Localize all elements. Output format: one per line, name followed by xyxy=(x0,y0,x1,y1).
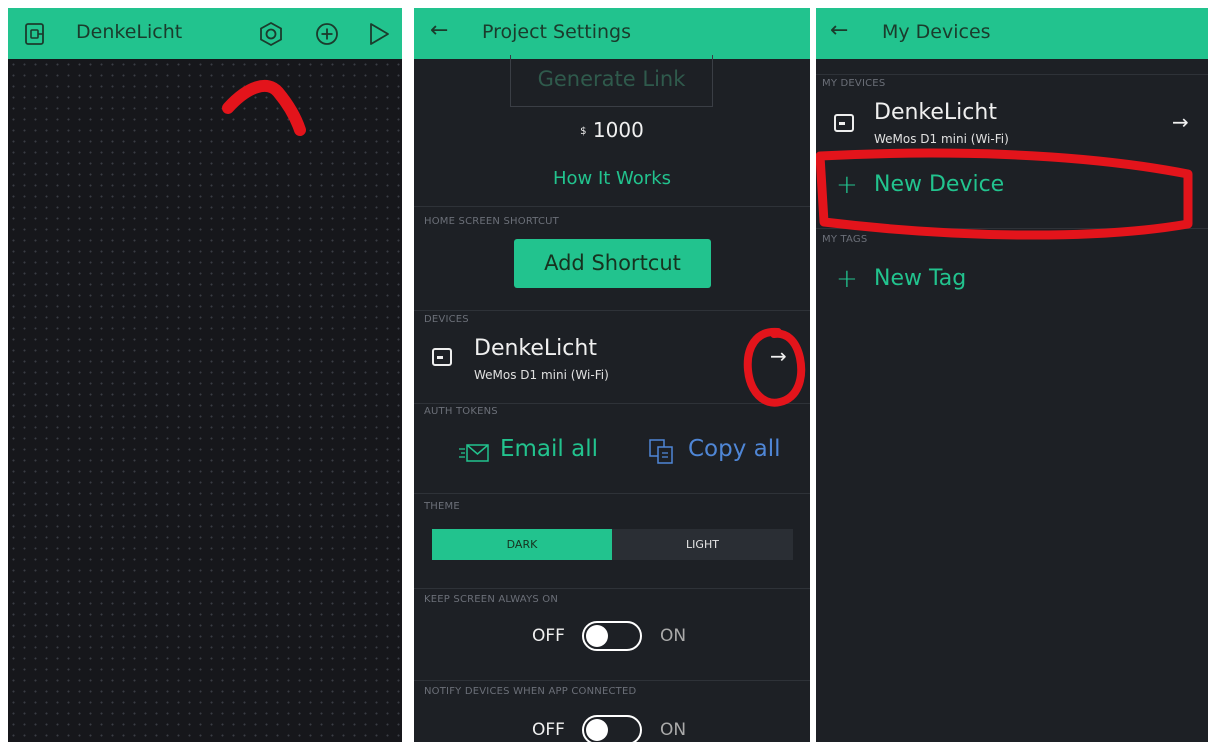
divider xyxy=(414,206,810,207)
toggle-knob xyxy=(586,719,608,741)
hexagon-settings-icon[interactable] xyxy=(258,21,284,47)
project-settings-screen: ← Project Settings Generate Link $ 1000 … xyxy=(414,8,810,742)
divider xyxy=(414,493,810,494)
generate-link-button[interactable]: Generate Link xyxy=(510,55,713,107)
keep-screen-toggle[interactable] xyxy=(582,621,642,651)
device-model: WeMos D1 mini (Wi-Fi) xyxy=(874,132,1009,146)
section-label-theme: THEME xyxy=(424,501,460,512)
toggle-on-label: ON xyxy=(660,720,687,740)
toggle-knob xyxy=(586,625,608,647)
toggle-off-label: OFF xyxy=(532,626,565,646)
widget-canvas[interactable] xyxy=(8,59,402,742)
section-label-keep-screen: KEEP SCREEN ALWAYS ON xyxy=(424,594,559,605)
back-arrow-icon[interactable]: ← xyxy=(830,18,848,43)
theme-dark-option[interactable]: DARK xyxy=(432,529,612,560)
device-name: DenkeLicht xyxy=(474,336,597,361)
device-icon[interactable] xyxy=(22,21,48,47)
red-circle-annotation xyxy=(743,327,806,407)
back-arrow-icon[interactable]: ← xyxy=(430,18,448,43)
play-icon[interactable] xyxy=(366,21,392,47)
divider xyxy=(816,74,1208,75)
device-name: DenkeLicht xyxy=(874,100,997,125)
arrow-right-icon[interactable]: → xyxy=(1172,110,1189,134)
section-label-home-shortcut: HOME SCREEN SHORTCUT xyxy=(424,216,559,227)
device-row[interactable]: DenkeLicht WeMos D1 mini (Wi-Fi) → xyxy=(816,94,1208,154)
notify-devices-toggle[interactable] xyxy=(582,715,642,742)
screen-title: My Devices xyxy=(882,21,991,43)
how-it-works-link[interactable]: How It Works xyxy=(414,168,810,189)
new-tag-label: New Tag xyxy=(874,266,967,291)
device-chip-icon xyxy=(432,348,452,366)
divider xyxy=(414,588,810,589)
section-label-devices: DEVICES xyxy=(424,314,469,325)
device-chip-icon xyxy=(834,114,854,132)
section-label-my-devices: MY DEVICES xyxy=(822,78,886,89)
screen-title: Project Settings xyxy=(482,21,631,43)
app-header: ← My Devices xyxy=(816,8,1208,59)
copy-icon xyxy=(649,439,673,464)
project-canvas-screen: DenkeLicht xyxy=(8,8,402,742)
energy-price: $ 1000 xyxy=(414,118,810,142)
toggle-off-label: OFF xyxy=(532,720,565,740)
divider xyxy=(414,680,810,681)
red-box-annotation xyxy=(816,148,1193,240)
device-model: WeMos D1 mini (Wi-Fi) xyxy=(474,368,609,382)
price-value: 1000 xyxy=(592,118,644,142)
my-devices-screen: ← My Devices MY DEVICES DenkeLicht WeMos… xyxy=(816,8,1208,742)
copy-all-label: Copy all xyxy=(688,436,781,462)
email-all-label: Email all xyxy=(500,436,598,462)
red-arrow-annotation xyxy=(222,79,306,136)
plus-icon: + xyxy=(836,264,858,294)
currency-symbol: $ xyxy=(580,126,587,137)
toggle-on-label: ON xyxy=(660,626,687,646)
project-title: DenkeLicht xyxy=(76,21,183,43)
add-shortcut-button[interactable]: Add Shortcut xyxy=(514,239,711,288)
app-header: DenkeLicht xyxy=(8,8,402,59)
app-header: ← Project Settings xyxy=(414,8,810,59)
envelope-icon xyxy=(459,444,489,462)
theme-light-option[interactable]: LIGHT xyxy=(612,529,793,560)
divider xyxy=(414,310,810,311)
add-circle-icon[interactable] xyxy=(314,21,340,47)
section-label-notify-devices: NOTIFY DEVICES WHEN APP CONNECTED xyxy=(424,686,637,697)
new-tag-button[interactable]: + New Tag xyxy=(836,264,966,298)
